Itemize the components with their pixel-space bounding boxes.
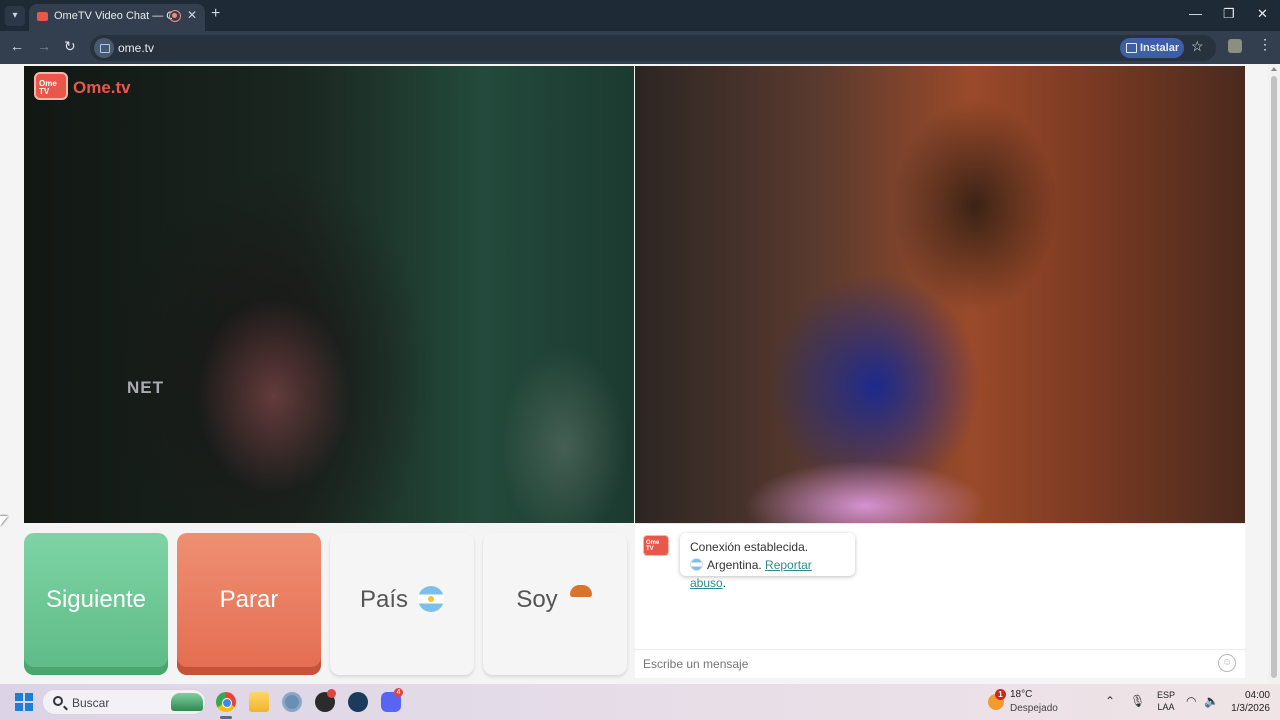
system-clock[interactable]: 04:00 1/3/2026	[1228, 689, 1270, 715]
tv-logo-icon: Ome TV	[34, 72, 68, 100]
notification-dot	[327, 689, 336, 698]
logo-text: Ome.tv	[73, 78, 131, 97]
browser-tab-bar: ▾ OmeTV Video Chat — Omegle ✕ + — ❐ ✕	[0, 0, 1280, 31]
next-button[interactable]: Siguiente	[24, 533, 168, 675]
ometv-favicon-icon	[37, 12, 48, 21]
weather-badge: 1	[995, 689, 1006, 700]
partner-info: Argentina. Reportar abuso.	[690, 558, 812, 590]
boy-emoji-icon	[568, 584, 594, 613]
argentina-flag-icon	[690, 558, 703, 571]
microphone-icon[interactable]: 🎙	[1130, 694, 1145, 708]
country-filter-button[interactable]: País	[330, 533, 474, 675]
show-hidden-icons-icon[interactable]: ⌃	[1105, 694, 1115, 708]
discord-badge: 4	[394, 688, 403, 697]
windows-taskbar: Buscar 4 1 18°C Despejado ⌃ 🎙 ESP LAA ◠ …	[0, 684, 1280, 720]
windows-start-icon[interactable]	[15, 693, 33, 711]
search-placeholder: Buscar	[72, 696, 110, 710]
address-bar[interactable]: ome.tv Instalar ☆	[90, 35, 1216, 61]
steam-icon[interactable]	[348, 692, 368, 712]
browser-tab[interactable]: OmeTV Video Chat — Omegle ✕	[29, 4, 205, 31]
new-tab-button[interactable]: +	[211, 5, 220, 23]
wifi-icon[interactable]: ◠	[1186, 694, 1196, 708]
forward-button[interactable]: →	[37, 38, 51, 54]
back-button[interactable]: ←	[10, 38, 24, 54]
site-info-icon[interactable]	[94, 38, 114, 58]
scroll-up-icon[interactable]	[1271, 67, 1277, 71]
argentina-flag-icon	[418, 585, 445, 612]
restore-button[interactable]: ❐	[1223, 6, 1235, 22]
message-input[interactable]	[635, 649, 1245, 678]
partner-country: Argentina.	[707, 558, 762, 572]
recording-indicator-icon	[169, 10, 181, 22]
local-video: Ome TV Ome.tv NET	[24, 66, 634, 523]
bookmark-star-icon[interactable]: ☆	[1191, 38, 1204, 55]
weather-temperature[interactable]: 18°C	[1010, 689, 1032, 700]
country-label: País	[359, 586, 409, 613]
search-highlight-icon	[171, 693, 203, 711]
input-language[interactable]: ESP LAA	[1157, 689, 1175, 713]
weather-description[interactable]: Despejado	[1010, 703, 1058, 714]
app-ball-icon[interactable]	[315, 689, 336, 712]
page-scrollbar[interactable]	[1268, 64, 1280, 684]
connection-status-text: Conexión establecida.	[690, 540, 809, 554]
remote-video	[635, 66, 1245, 523]
stop-label: Parar	[219, 586, 279, 613]
ometv-page: Ome TV Ome.tv NET Siguiente Parar País S…	[0, 64, 1280, 684]
gender-label: Soy	[516, 586, 558, 613]
clock-time: 04:00	[1244, 690, 1270, 701]
scroll-thumb[interactable]	[1271, 76, 1277, 678]
file-explorer-icon[interactable]	[249, 692, 269, 712]
stop-button[interactable]: Parar	[177, 533, 321, 675]
extension-icon[interactable]	[1228, 39, 1242, 53]
search-icon	[53, 696, 63, 706]
tab-list-button[interactable]: ▾	[5, 6, 25, 26]
tab-close-icon[interactable]: ✕	[187, 8, 197, 22]
browser-toolbar: ← → ↻ ome.tv Instalar ☆ ⋮	[0, 31, 1280, 64]
volume-icon[interactable]: 🔈	[1204, 694, 1219, 708]
tab-title: OmeTV Video Chat — Omegle	[54, 10, 172, 22]
taskbar-search[interactable]: Buscar	[42, 689, 206, 715]
chat-panel: Ome TV Conexión establecida. Argentina. …	[635, 523, 1245, 678]
next-label: Siguiente	[45, 586, 147, 613]
discord-icon[interactable]: 4	[381, 688, 403, 712]
ometv-chat-avatar-icon: Ome TV	[643, 535, 669, 556]
emoji-icon[interactable]: ☺	[1218, 654, 1236, 672]
settings-icon[interactable]	[282, 692, 302, 712]
clock-date: 1/3/2026	[1231, 703, 1270, 714]
url-text: ome.tv	[118, 41, 155, 55]
chrome-icon[interactable]	[216, 692, 236, 712]
system-message: Conexión establecida. Argentina. Reporta…	[680, 533, 855, 590]
browser-menu-icon[interactable]: ⋮	[1258, 36, 1272, 53]
camera-overlay-text: NET	[127, 378, 164, 397]
gender-select-button[interactable]: Soy	[483, 533, 627, 675]
reload-button[interactable]: ↻	[64, 38, 76, 55]
install-app-button[interactable]: Instalar	[1120, 38, 1184, 58]
active-app-indicator	[220, 716, 232, 719]
minimize-button[interactable]: —	[1189, 6, 1202, 21]
mouse-cursor-icon	[0, 516, 8, 526]
close-window-button[interactable]: ✕	[1257, 6, 1268, 22]
